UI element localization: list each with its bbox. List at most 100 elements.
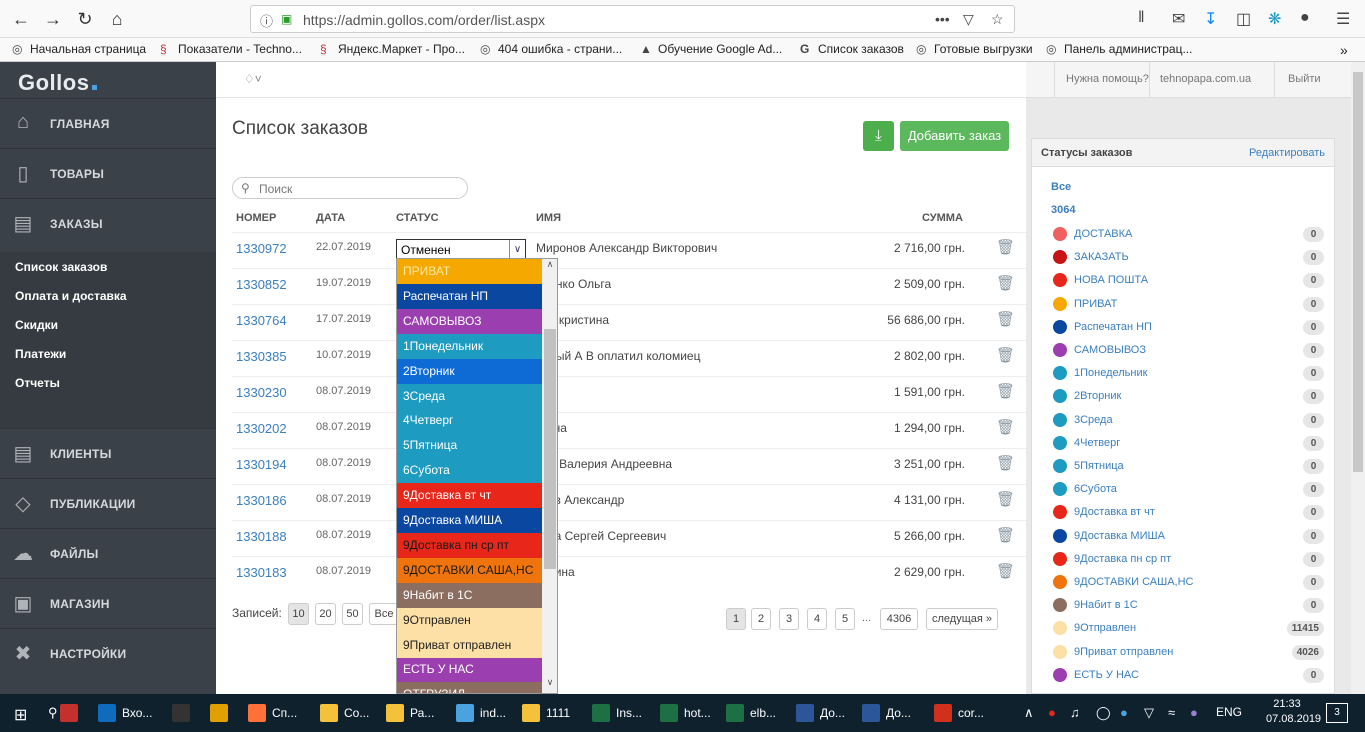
col-number[interactable]: НОМЕР <box>236 212 276 224</box>
chevron-down-icon[interactable]: ∨ <box>509 240 525 259</box>
status-name[interactable]: 9Доставка пн ср пт <box>1074 553 1171 565</box>
dropdown-scrollbar[interactable]: ∧ ∨ <box>542 259 557 693</box>
trash-icon[interactable]: 🗑 <box>996 274 1015 292</box>
status-name[interactable]: Распечатан НП <box>1074 321 1152 333</box>
nav-files[interactable]: ☁ ФАЙЛЫ <box>0 528 216 578</box>
status-option[interactable]: САМОВЫВОЗ <box>397 308 542 334</box>
page-2[interactable]: 2 <box>751 608 771 630</box>
scroll-up-icon[interactable]: ∧ <box>542 259 557 275</box>
nav-orders[interactable]: ▤ ЗАКАЗЫ <box>0 198 216 248</box>
status-name[interactable]: ДОСТАВКА <box>1074 228 1132 240</box>
nav-publications[interactable]: ◇ ПУБЛИКАЦИИ <box>0 478 216 528</box>
page-3[interactable]: 3 <box>779 608 799 630</box>
page-size-50[interactable]: 50 <box>342 603 363 625</box>
status-name[interactable]: ЕСТЬ У НАС <box>1074 669 1139 681</box>
status-option[interactable]: Распечатан НП <box>397 283 542 309</box>
site-link[interactable]: tehnopapa.com.ua <box>1160 73 1251 85</box>
mail-icon[interactable]: ✉ <box>1172 9 1185 29</box>
order-number-link[interactable]: 1330972 <box>236 241 287 256</box>
page-5[interactable]: 5 <box>835 608 855 630</box>
status-all-link[interactable]: Все <box>1051 181 1071 193</box>
status-name[interactable]: 9Приват отправлен <box>1074 646 1173 658</box>
tray-clock-icon[interactable]: ◯ <box>1096 705 1111 721</box>
edit-statuses-link[interactable]: Редактировать <box>1249 147 1325 159</box>
status-name[interactable]: 9Доставка вт чт <box>1074 506 1155 518</box>
status-list-item[interactable]: 1Понедельник 0 <box>1051 364 1325 384</box>
status-option[interactable]: 9Доставка пн ср пт <box>397 532 542 558</box>
status-option[interactable]: 9Отправлен <box>397 607 542 633</box>
table-row[interactable]: 133023008.07.2019ис1 591,00 грн.🗑 <box>232 376 1026 412</box>
menu-icon[interactable]: ☰ <box>1336 9 1350 29</box>
table-row[interactable]: 133020208.07.2019ягина1 294,00 грн.🗑 <box>232 412 1026 448</box>
order-number-link[interactable]: 1330764 <box>236 313 287 328</box>
status-list-item[interactable]: 9ДОСТАВКИ САША,НС 0 <box>1051 573 1325 593</box>
table-row[interactable]: 1330764 17.07.2019 арь кристина 56 686,00 г… <box>232 304 1026 340</box>
status-name[interactable]: ПРИВАТ <box>1074 298 1117 310</box>
page-size-all[interactable]: Все <box>369 603 399 625</box>
trash-icon[interactable]: 🗑 <box>996 382 1015 400</box>
order-number-link[interactable]: 1330186 <box>236 493 287 508</box>
status-list-item[interactable]: ЗАКАЗАТЬ 0 <box>1051 248 1325 268</box>
clock[interactable]: 21:33 07.08.2019 <box>1266 698 1321 725</box>
status-list-item[interactable]: 6Субота 0 <box>1051 480 1325 500</box>
col-date[interactable]: ДАТА <box>316 212 345 224</box>
pocket-icon[interactable]: ▽ <box>963 11 974 28</box>
account-icon[interactable]: ● <box>1300 9 1310 27</box>
status-option[interactable]: 9Доставка МИША <box>397 508 542 533</box>
table-row[interactable]: 1330186 08.07.2019 яков Александр 4 131,00 … <box>232 484 1026 520</box>
status-option[interactable]: 3Среда <box>397 383 542 409</box>
search-icon[interactable]: ⚲ <box>48 705 58 721</box>
page-4[interactable]: 4 <box>807 608 827 630</box>
page-scrollbar[interactable] <box>1351 62 1365 694</box>
order-number-link[interactable]: 1330852 <box>236 277 287 292</box>
order-number-link[interactable]: 1330385 <box>236 349 287 364</box>
order-number-link[interactable]: 1330202 <box>236 421 287 436</box>
status-name[interactable]: САМОВЫВОЗ <box>1074 344 1146 356</box>
help-link[interactable]: Нужна помощь? <box>1066 73 1149 85</box>
page-size-10[interactable]: 10 <box>288 603 309 625</box>
viber-icon[interactable]: ● <box>1190 705 1198 720</box>
table-row[interactable]: 1330188 08.07.2019 авка Сергей Сергеевич 5 … <box>232 520 1026 556</box>
page-actions-icon[interactable]: ••• <box>935 11 950 27</box>
status-name[interactable]: 1Понедельник <box>1074 367 1147 379</box>
trash-icon[interactable]: 🗑 <box>996 310 1015 328</box>
add-order-button[interactable]: Добавить заказ <box>900 121 1009 151</box>
trash-icon[interactable]: 🗑 <box>996 418 1015 436</box>
status-option[interactable]: ЕСТЬ У НАС <box>397 657 542 683</box>
status-name[interactable]: 4Четверг <box>1074 437 1120 449</box>
status-name[interactable]: 9Набит в 1С <box>1074 599 1138 611</box>
tray-up-icon[interactable]: ∧ <box>1024 705 1034 721</box>
bookmark-item[interactable]: ◎ Начальная страница <box>12 42 146 56</box>
sidebar-icon[interactable]: ◫ <box>1236 9 1251 29</box>
url-bar[interactable]: ⓘ ▣ https://admin.gollos.com/order/list.… <box>250 5 1015 33</box>
status-list-item[interactable]: 9Набит в 1С 0 <box>1051 596 1325 616</box>
bookmark-item[interactable]: ◎ Готовые выгрузки <box>916 42 1033 56</box>
status-option[interactable]: 6Субота <box>397 458 542 484</box>
trash-icon[interactable]: 🗑 <box>996 346 1015 364</box>
extension-icon[interactable]: ❋ <box>1268 9 1281 29</box>
table-row[interactable]: 1330852 19.07.2019 дченко Ольга 2 509,00 гр… <box>232 268 1026 304</box>
logo[interactable]: Gollos <box>18 70 98 96</box>
subnav-payments[interactable]: Платежи <box>15 347 66 361</box>
info-icon[interactable]: ⓘ <box>260 11 273 30</box>
status-list-item[interactable]: 4Четверг 0 <box>1051 434 1325 454</box>
tray-skype-icon[interactable]: ● <box>1120 705 1128 720</box>
status-name[interactable]: НОВА ПОШТА <box>1074 274 1148 286</box>
network-icon[interactable]: ▽ <box>1144 705 1154 721</box>
order-number-link[interactable]: 1330188 <box>236 529 287 544</box>
status-name[interactable]: 9Доставка МИША <box>1074 530 1165 542</box>
windows-start-icon[interactable]: ⊞ <box>14 705 27 725</box>
table-row[interactable]: 1330385 10.07.2019 льный А В оплатил колом… <box>232 340 1026 376</box>
order-number-link[interactable]: 1330194 <box>236 457 287 472</box>
status-list-item[interactable]: 2Вторник 0 <box>1051 387 1325 407</box>
next-page-button[interactable]: следущая » <box>926 608 998 630</box>
status-option[interactable]: 9Набит в 1С <box>397 582 542 608</box>
order-number-link[interactable]: 1330183 <box>236 565 287 580</box>
subnav-discounts[interactable]: Скидки <box>15 318 58 332</box>
status-option[interactable]: 9ДОСТАВКИ САША,НС <box>397 557 542 583</box>
library-icon[interactable]: ‖ <box>1138 9 1145 27</box>
col-name[interactable]: ИМЯ <box>536 212 561 224</box>
col-status[interactable]: СТАТУС <box>396 212 439 224</box>
download-icon[interactable]: ↧ <box>1204 9 1217 29</box>
forward-icon[interactable]: → <box>40 6 66 32</box>
